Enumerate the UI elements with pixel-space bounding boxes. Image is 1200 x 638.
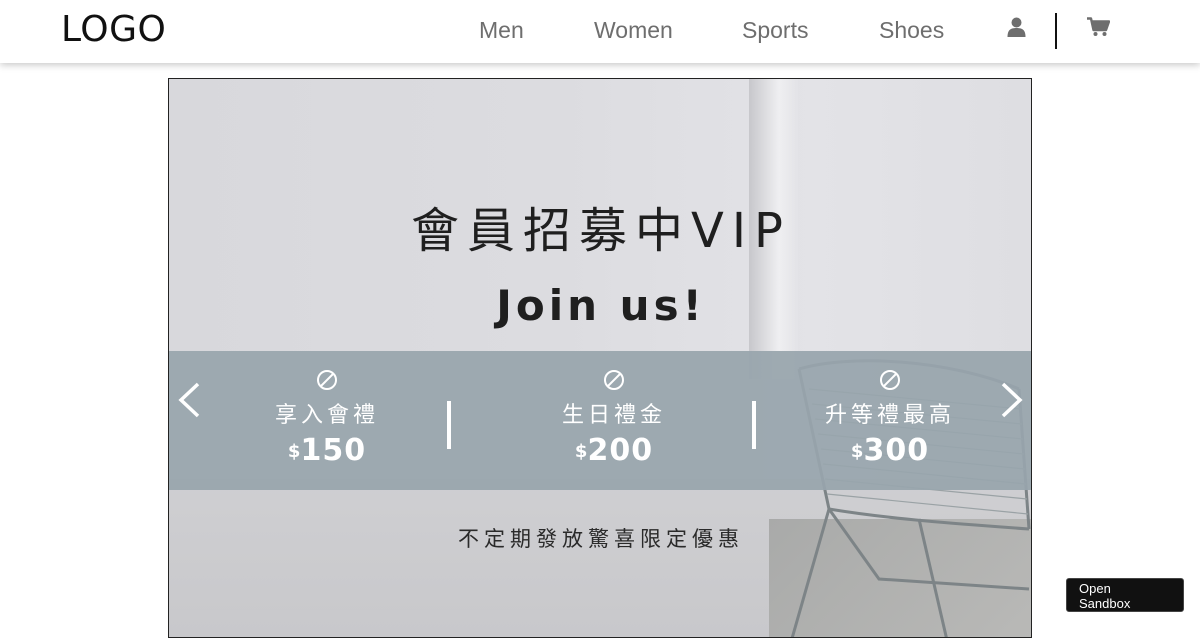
ban-icon (317, 370, 337, 390)
benefit-label: 生日禮金 (561, 403, 666, 428)
prev-arrow-icon[interactable] (177, 381, 201, 423)
band-divider (752, 401, 756, 449)
nav-divider (1055, 13, 1057, 49)
currency-symbol: $ (574, 441, 588, 462)
nav-link-women[interactable]: Women (594, 17, 673, 44)
ban-icon (880, 370, 900, 390)
amount-value: 300 (863, 433, 930, 468)
user-icon[interactable] (1007, 17, 1026, 41)
benefit-amount: $300 (790, 433, 990, 468)
open-sandbox-button[interactable]: Open Sandbox (1066, 578, 1184, 612)
benefit-band: 享入會禮 $150 生日禮金 $200 升等禮最高 $300 (169, 351, 1031, 490)
amount-value: 150 (300, 433, 367, 468)
sandbox-label-line1: Open (1079, 581, 1111, 596)
band-divider (447, 401, 451, 449)
ban-icon (604, 370, 624, 390)
vip-banner-carousel[interactable]: 會員招募中VIP Join us! 享入會禮 $150 生日禮金 $200 升等… (168, 78, 1032, 638)
amount-value: 200 (587, 433, 654, 468)
nav-link-shoes[interactable]: Shoes (879, 17, 944, 44)
logo[interactable]: LOGO (61, 9, 166, 50)
benefit-label: 享入會禮 (274, 403, 379, 428)
currency-symbol: $ (287, 441, 301, 462)
benefit-amount: $200 (514, 433, 714, 468)
nav-link-men[interactable]: Men (479, 17, 524, 44)
benefit-amount: $150 (227, 433, 427, 468)
site-header: LOGO Men Women Sports Shoes (0, 0, 1200, 63)
nav-link-sports[interactable]: Sports (742, 17, 808, 44)
benefit-birthday-gift: 生日禮金 $200 (514, 369, 714, 468)
benefit-upgrade-gift: 升等禮最高 $300 (790, 369, 990, 468)
banner-headline: 會員招募中VIP (411, 203, 791, 259)
cart-icon[interactable] (1087, 17, 1111, 41)
banner-subhead: Join us! (496, 281, 706, 330)
currency-symbol: $ (850, 441, 864, 462)
benefit-join-gift: 享入會禮 $150 (227, 369, 427, 468)
next-arrow-icon[interactable] (1000, 381, 1024, 423)
benefit-label: 升等禮最高 (824, 403, 955, 428)
sandbox-label-line2: Sandbox (1079, 596, 1131, 611)
banner-footnote: 不定期發放驚喜限定優惠 (458, 527, 744, 551)
